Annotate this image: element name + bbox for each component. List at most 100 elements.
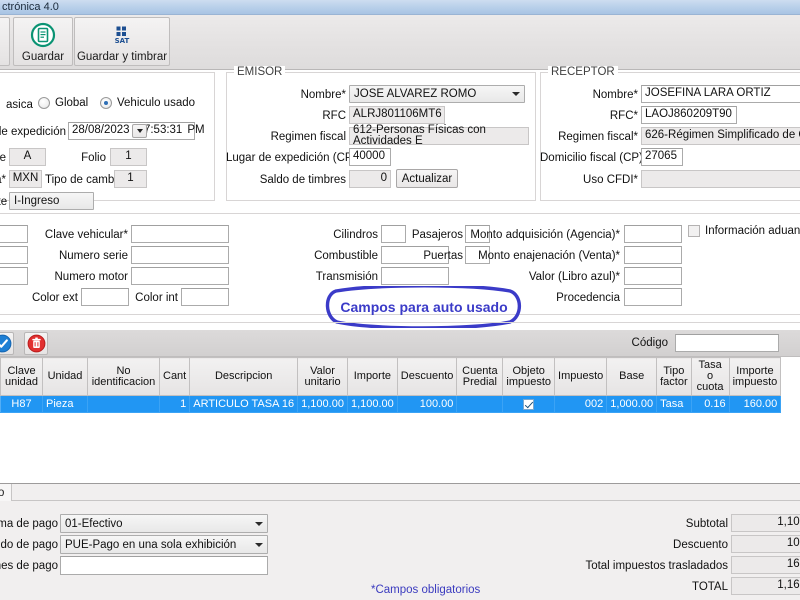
clave-vehicular-input[interactable] bbox=[131, 225, 229, 243]
monto-enajenacion-input[interactable] bbox=[624, 246, 682, 264]
campos-obligatorios-note: *Campos obligatorios bbox=[371, 584, 481, 596]
valor-libro-azul-input[interactable] bbox=[624, 267, 682, 285]
table-row[interactable]: H87 Pieza 1 ARTICULO TASA 16 1,100.00 1,… bbox=[0, 395, 782, 413]
delete-trash-icon bbox=[27, 334, 45, 353]
window-titlebar: ctrónica 4.0 bbox=[0, 0, 800, 15]
numero-motor-input[interactable] bbox=[131, 267, 229, 285]
emisor-lugar-expedicion-input[interactable]: 40000 bbox=[349, 148, 391, 166]
col-importe-impuesto[interactable]: Importe impuesto bbox=[728, 357, 782, 396]
receptor-rfc-input[interactable]: LAOJ860209T90 bbox=[641, 106, 737, 124]
col-base[interactable]: Base bbox=[606, 357, 658, 396]
cell-tipo-factor: Tasa bbox=[656, 395, 692, 413]
radio-vehiculo-usado[interactable]: Vehiculo usado bbox=[100, 97, 195, 109]
cell-base: 1,000.00 bbox=[606, 395, 658, 413]
radio-vehiculo-usado-dot bbox=[100, 97, 112, 109]
transmision-label: Transmisión bbox=[315, 271, 378, 283]
receptor-domicilio-input[interactable]: 27065 bbox=[641, 148, 683, 166]
condiciones-pago-input[interactable] bbox=[60, 556, 268, 575]
cell-objeto-impuesto bbox=[502, 395, 556, 413]
emisor-rfc-label: RFC bbox=[322, 110, 346, 122]
tipo-cambio-value: 1 bbox=[127, 172, 134, 185]
receptor-uso-cfdi-input[interactable] bbox=[641, 170, 800, 188]
col-tipo-factor[interactable]: Tipo factor bbox=[656, 357, 692, 396]
receptor-regimen-input[interactable]: 626-Régimen Simplificado de Co bbox=[641, 127, 800, 145]
informacion-aduanera-checkbox[interactable]: Información aduanera bbox=[688, 225, 800, 237]
type-option-basica-label: asica bbox=[6, 99, 33, 111]
emisor-lugar-expedicion-label: Lugar de expedición (CP)* bbox=[226, 152, 361, 164]
color-int-input[interactable] bbox=[181, 288, 229, 306]
moneda-input[interactable]: MXN bbox=[9, 170, 42, 188]
col-no-identificacion[interactable]: No identificacion bbox=[87, 357, 160, 396]
bottom-panel-body: ma de pago 01-Efectivo do de pago PUE-Pa… bbox=[0, 501, 800, 600]
codigo-input[interactable] bbox=[675, 334, 779, 352]
emisor-rfc-input[interactable]: ALRJ801106MT6 bbox=[349, 106, 445, 124]
procedencia-input[interactable] bbox=[624, 288, 682, 306]
delete-item-button[interactable] bbox=[24, 332, 48, 355]
folio-input[interactable]: 1 bbox=[110, 148, 147, 166]
total-value-field: 1,160.00 bbox=[731, 577, 800, 595]
tipo-cambio-input[interactable]: 1 bbox=[114, 170, 147, 188]
moneda-label: Moneda* bbox=[0, 174, 6, 186]
receptor-nombre-input[interactable]: JOSEFINA LARA ORTIZ bbox=[641, 85, 800, 103]
vehiculo-hidden-field-2[interactable] bbox=[0, 246, 28, 264]
save-and-stamp-button[interactable]: SAT Guardar y timbrar bbox=[74, 17, 170, 66]
codigo-label: Código bbox=[631, 337, 668, 349]
col-descripcion[interactable]: Descripcion bbox=[189, 357, 299, 396]
chevron-down-icon bbox=[136, 129, 143, 133]
total-label: TOTAL bbox=[692, 581, 728, 593]
receptor-nombre-value: JOSEFINA LARA ORTIZ bbox=[645, 87, 771, 100]
ribbon-button-partial-left[interactable] bbox=[0, 17, 10, 66]
fecha-dropdown-button[interactable] bbox=[132, 124, 147, 138]
emisor-lugar-expedicion-value: 40000 bbox=[353, 150, 385, 163]
receptor-uso-cfdi-label: Uso CFDI* bbox=[583, 174, 638, 186]
col-cuenta-predial[interactable]: Cuenta Predial bbox=[456, 357, 504, 396]
radio-global[interactable]: Global bbox=[38, 97, 88, 109]
folio-label: Folio bbox=[81, 152, 106, 164]
saldo-timbres-input[interactable]: 0 bbox=[349, 170, 391, 188]
cell-cuenta-predial bbox=[456, 395, 504, 413]
vehiculo-hidden-field-3[interactable] bbox=[0, 267, 28, 285]
col-importe[interactable]: Importe bbox=[346, 357, 398, 396]
actualizar-button[interactable]: Actualizar bbox=[396, 169, 458, 188]
save-button[interactable]: Guardar bbox=[13, 17, 73, 66]
impuestos-trasladados-value: 160.00 bbox=[786, 558, 800, 571]
col-tasa-cuota[interactable]: Tasa o cuota bbox=[690, 357, 730, 396]
clave-vehicular-label: Clave vehicular* bbox=[44, 229, 128, 241]
forma-pago-select[interactable]: 01-Efectivo bbox=[60, 514, 268, 533]
radio-global-dot bbox=[38, 97, 50, 109]
informacion-aduanera-label: Información aduanera bbox=[705, 225, 800, 237]
cell-cant: 1 bbox=[158, 395, 191, 413]
bottom-tab-header: o bbox=[0, 484, 800, 501]
col-impuesto[interactable]: Impuesto bbox=[554, 357, 608, 396]
confirm-item-button[interactable] bbox=[0, 332, 14, 355]
saldo-timbres-value: 0 bbox=[380, 172, 387, 185]
emisor-group-title: EMISOR bbox=[234, 66, 286, 78]
emisor-nombre-select[interactable]: JOSE ALVAREZ ROMO bbox=[349, 85, 525, 103]
col-cant[interactable]: Cant bbox=[158, 357, 191, 396]
color-ext-label: Color ext bbox=[31, 292, 78, 304]
vehiculo-hidden-field-1[interactable] bbox=[0, 225, 28, 243]
chevron-down-icon bbox=[255, 542, 263, 547]
actualizar-button-label: Actualizar bbox=[401, 172, 453, 185]
cell-importe: 1,100.00 bbox=[346, 395, 398, 413]
descuento-total-value: 100.00 bbox=[786, 537, 800, 550]
svg-text:SAT: SAT bbox=[115, 37, 130, 45]
col-clave-unidad[interactable]: Clave unidad bbox=[0, 357, 43, 396]
sat-stamp-icon: SAT bbox=[109, 22, 135, 48]
serie-input[interactable]: A bbox=[9, 148, 46, 166]
col-unidad[interactable]: Unidad bbox=[42, 357, 88, 396]
receptor-group: RECEPTOR Nombre* JOSEFINA LARA ORTIZ RFC… bbox=[540, 66, 800, 201]
valor-libro-azul-label: Valor (Libro azul)* bbox=[528, 271, 620, 283]
receptor-rfc-label: RFC* bbox=[609, 110, 638, 122]
metodo-pago-select[interactable]: PUE-Pago en una sola exhibición bbox=[60, 535, 268, 554]
col-objeto-impuesto[interactable]: Objeto impuesto bbox=[502, 357, 556, 396]
col-descuento[interactable]: Descuento bbox=[396, 357, 458, 396]
numero-serie-input[interactable] bbox=[131, 246, 229, 264]
monto-adquisicion-input[interactable] bbox=[624, 225, 682, 243]
col-valor-unitario[interactable]: Valor unitario bbox=[297, 357, 348, 396]
color-ext-input[interactable] bbox=[81, 288, 129, 306]
emisor-regimen-input[interactable]: 612-Personas Físicas con Actividades E bbox=[349, 124, 529, 147]
bottom-tab-pago[interactable]: o bbox=[0, 484, 12, 501]
saldo-timbres-label: Saldo de timbres bbox=[259, 174, 346, 186]
metodo-pago-value: PUE-Pago en una sola exhibición bbox=[65, 538, 237, 551]
